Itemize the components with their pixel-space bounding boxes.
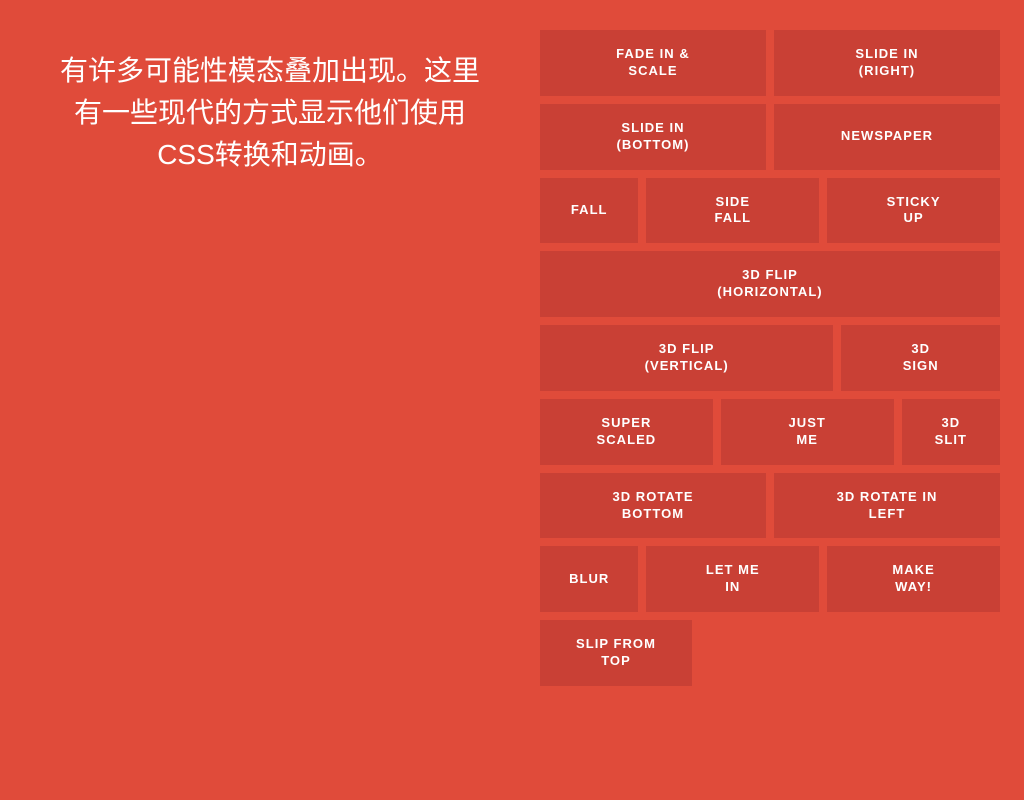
- fade-in-scale-button[interactable]: FADE IN &SCALE: [540, 30, 766, 96]
- right-panel: FADE IN &SCALE SLIDE IN(RIGHT) SLIDE IN(…: [540, 30, 1000, 686]
- flip-vertical-button[interactable]: 3D FLIP(VERTICAL): [540, 325, 833, 391]
- side-fall-button[interactable]: SIDEFALL: [646, 178, 819, 244]
- button-row-9: SLIP FROMTOP: [540, 620, 1000, 686]
- buttons-grid: FADE IN &SCALE SLIDE IN(RIGHT) SLIDE IN(…: [540, 30, 1000, 686]
- super-scaled-button[interactable]: SUPERSCALED: [540, 399, 713, 465]
- rotate-in-left-button[interactable]: 3D ROTATE INLEFT: [774, 473, 1000, 539]
- blur-button[interactable]: BLUR: [540, 546, 638, 612]
- button-row-4: 3D FLIP(HORIZONTAL): [540, 251, 1000, 317]
- newspaper-button[interactable]: NEWSPAPER: [774, 104, 1000, 170]
- slip-from-top-button[interactable]: SLIP FROMTOP: [540, 620, 692, 686]
- just-me-button[interactable]: JUSTME: [721, 399, 894, 465]
- slide-in-bottom-button[interactable]: SLIDE IN(BOTTOM): [540, 104, 766, 170]
- let-me-in-button[interactable]: LET MEIN: [646, 546, 819, 612]
- button-row-1: FADE IN &SCALE SLIDE IN(RIGHT): [540, 30, 1000, 96]
- button-row-5: 3D FLIP(VERTICAL) 3DSIGN: [540, 325, 1000, 391]
- fall-button[interactable]: FALL: [540, 178, 638, 244]
- sign-3d-button[interactable]: 3DSIGN: [841, 325, 1000, 391]
- button-row-8: BLUR LET MEIN MAKEWAY!: [540, 546, 1000, 612]
- button-row-2: SLIDE IN(BOTTOM) NEWSPAPER: [540, 104, 1000, 170]
- button-row-7: 3D ROTATEBOTTOM 3D ROTATE INLEFT: [540, 473, 1000, 539]
- make-way-button[interactable]: MAKEWAY!: [827, 546, 1000, 612]
- sticky-up-button[interactable]: STICKYUP: [827, 178, 1000, 244]
- flip-horizontal-button[interactable]: 3D FLIP(HORIZONTAL): [540, 251, 1000, 317]
- button-row-3: FALL SIDEFALL STICKYUP: [540, 178, 1000, 244]
- rotate-bottom-button[interactable]: 3D ROTATEBOTTOM: [540, 473, 766, 539]
- slide-in-right-button[interactable]: SLIDE IN(RIGHT): [774, 30, 1000, 96]
- left-panel: 有许多可能性模态叠加出现。这里有一些现代的方式显示他们使用CSS转换和动画。: [60, 50, 480, 176]
- button-row-6: SUPERSCALED JUSTME 3DSLIT: [540, 399, 1000, 465]
- slit-3d-button[interactable]: 3DSLIT: [902, 399, 1000, 465]
- description-text: 有许多可能性模态叠加出现。这里有一些现代的方式显示他们使用CSS转换和动画。: [60, 50, 480, 176]
